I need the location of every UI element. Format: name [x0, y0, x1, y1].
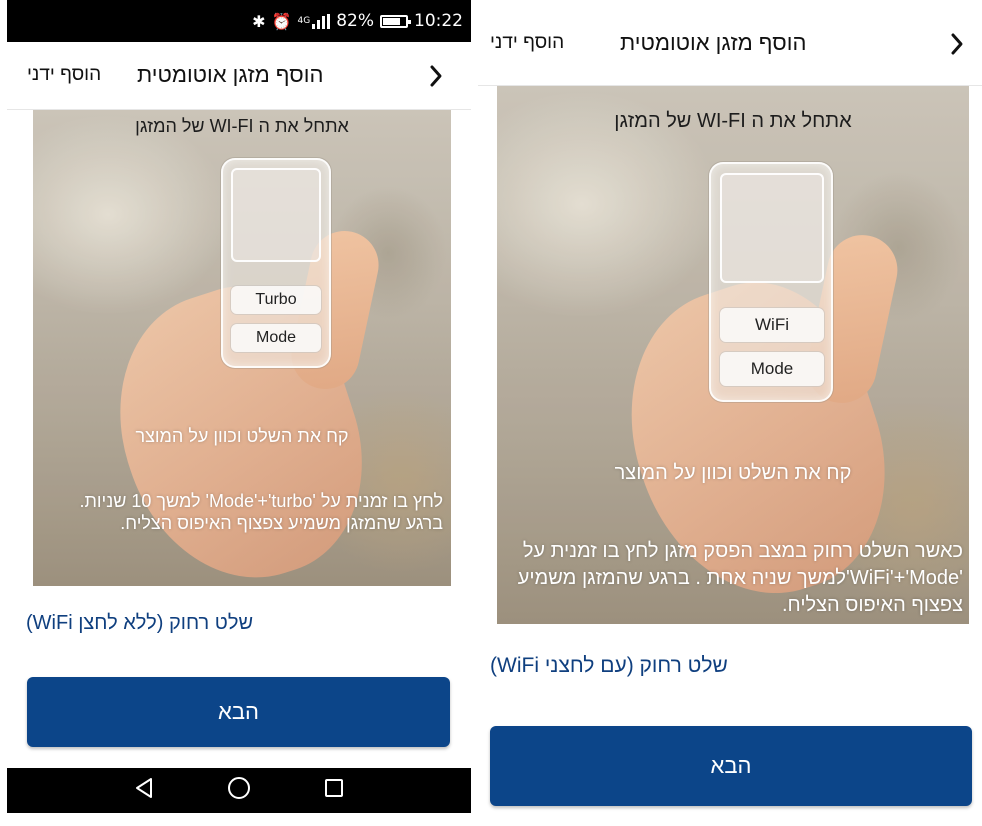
- remote-mode-button: Mode: [720, 352, 824, 386]
- header: הוסף ידני הוסף מזגן אוטומטית: [7, 42, 471, 110]
- instruction-image: אתחל את ה WI-FI של המזגן Turbo Mode קח א…: [33, 110, 451, 586]
- signal-icon: [312, 13, 331, 29]
- remote-control: WiFi Mode: [709, 162, 833, 402]
- remote-control: Turbo Mode: [221, 158, 331, 368]
- screen-without-wifi-button: ✱ ⏰ 4G 82% 10:22 הוסף ידני הוסף מזגן אוט…: [7, 0, 471, 813]
- hero-subtitle: קח את השלט וכוון על המוצר: [135, 426, 349, 446]
- hero-subtitle: קח את השלט וכוון על המוצר: [614, 462, 852, 484]
- next-button[interactable]: הבא: [27, 677, 450, 747]
- remote-turbo-button: Turbo: [231, 286, 321, 314]
- page-title: הוסף מזגן אוטומטית: [620, 30, 807, 55]
- remote-screen: [231, 168, 321, 262]
- remote-wifi-button: WiFi: [720, 308, 824, 342]
- reset-instructions: כאשר השלט רחוק במצב הפסק מזגן לחץ בו זמנ…: [517, 540, 963, 616]
- back-chevron-icon[interactable]: [429, 64, 443, 88]
- remote-type-link[interactable]: שלט רחוק (ללא לחצן WiFi): [26, 612, 253, 635]
- remote-mode-button: Mode: [231, 324, 321, 352]
- clock: 10:22: [414, 11, 463, 31]
- remote-type-link[interactable]: שלט רחוק (עם לחצני WiFi): [490, 654, 728, 678]
- manual-add-link[interactable]: הוסף ידני: [27, 64, 101, 86]
- header: הוסף ידני הוסף מזגן אוטומטית: [478, 0, 982, 86]
- network-type: 4G: [297, 16, 311, 26]
- hero-title: אתחל את ה WI-FI של המזגן: [135, 116, 349, 136]
- bluetooth-icon: ✱: [252, 11, 266, 31]
- remote-screen: [720, 173, 824, 283]
- manual-add-link[interactable]: הוסף ידני: [490, 32, 564, 54]
- nav-home-icon[interactable]: [227, 776, 251, 805]
- instruction-image: אתחל את ה WI-FI של המזגן WiFi Mode קח את…: [497, 86, 969, 624]
- battery-percent: 82%: [336, 11, 374, 31]
- status-bar: ✱ ⏰ 4G 82% 10:22: [7, 0, 471, 42]
- reset-instructions: לחץ בו זמנית על 'Mode'+'turbo' למשך 10 ש…: [79, 491, 443, 533]
- alarm-icon: ⏰: [271, 11, 292, 31]
- screen-with-wifi-button: הוסף ידני הוסף מזגן אוטומטית אתחל את ה W…: [478, 0, 982, 826]
- nav-back-icon[interactable]: [134, 777, 154, 804]
- page-title: הוסף מזגן אוטומטית: [137, 62, 324, 87]
- android-nav-bar: [7, 768, 471, 813]
- back-chevron-icon[interactable]: [950, 32, 964, 56]
- battery-icon: [380, 14, 411, 28]
- hero-title: אתחל את ה WI-FI של המזגן: [614, 110, 852, 132]
- nav-recents-icon[interactable]: [324, 778, 344, 803]
- next-button[interactable]: הבא: [490, 726, 972, 806]
